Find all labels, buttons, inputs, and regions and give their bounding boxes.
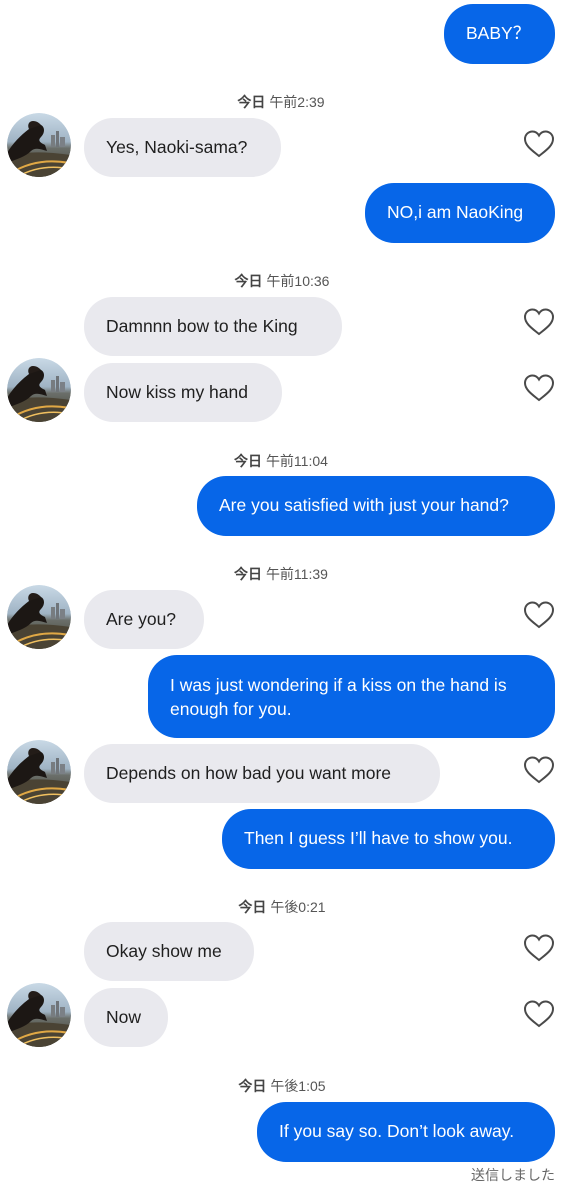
timestamp-time: 午前10:36 xyxy=(266,273,330,289)
timestamp-time: 午前11:04 xyxy=(265,453,328,469)
timestamp: 今日 午前11:39 xyxy=(181,564,381,584)
heart-outline-icon[interactable] xyxy=(523,129,555,159)
timestamp-day: 今日 xyxy=(238,899,267,915)
heart-outline-icon[interactable] xyxy=(523,933,555,963)
timestamp-time: 午後0:21 xyxy=(270,899,326,915)
contact-avatar[interactable] xyxy=(7,983,71,1047)
timestamp-time: 午後1:05 xyxy=(270,1078,326,1094)
message-bubble-incoming[interactable]: Are you? xyxy=(84,590,204,649)
message-bubble-outgoing[interactable]: Then I guess I’ll have to show you. xyxy=(222,809,555,869)
timestamp-day: 今日 xyxy=(234,566,263,582)
message-bubble-outgoing[interactable]: NO,i am NaoKing xyxy=(365,183,555,243)
timestamp-time: 午前2:39 xyxy=(269,94,325,110)
message-bubble-incoming[interactable]: Yes, Naoki-sama? xyxy=(84,118,281,177)
contact-avatar[interactable] xyxy=(7,358,71,422)
timestamp: 今日 午後1:05 xyxy=(182,1076,382,1096)
message-bubble-incoming[interactable]: Now kiss my hand xyxy=(84,363,282,422)
heart-outline-icon[interactable] xyxy=(523,373,555,403)
message-bubble-outgoing[interactable]: BABY？ xyxy=(444,4,555,64)
contact-avatar[interactable] xyxy=(7,113,71,177)
timestamp: 今日 午前11:04 xyxy=(181,451,381,471)
contact-avatar[interactable] xyxy=(7,585,71,649)
timestamp-day: 今日 xyxy=(237,94,266,110)
message-bubble-incoming[interactable]: Now xyxy=(84,988,168,1047)
sent-status: 送信しました xyxy=(471,1167,555,1183)
heart-outline-icon[interactable] xyxy=(523,999,555,1029)
timestamp: 今日 午後0:21 xyxy=(182,897,382,917)
message-bubble-incoming[interactable]: Depends on how bad you want more xyxy=(84,744,440,803)
heart-outline-icon[interactable] xyxy=(523,755,555,785)
message-bubble-outgoing[interactable]: If you say so. Don’t look away. xyxy=(257,1102,555,1162)
message-bubble-incoming[interactable]: Damnnn bow to the King xyxy=(84,297,342,356)
heart-outline-icon[interactable] xyxy=(523,600,555,630)
timestamp: 今日 午前2:39 xyxy=(181,92,381,112)
message-bubble-outgoing[interactable]: Are you satisfied with just your hand? xyxy=(197,476,555,536)
contact-avatar[interactable] xyxy=(7,740,71,804)
heart-outline-icon[interactable] xyxy=(523,307,555,337)
timestamp-day: 今日 xyxy=(238,1078,267,1094)
timestamp-day: 今日 xyxy=(234,453,263,469)
timestamp: 今日 午前10:36 xyxy=(182,271,382,291)
message-bubble-incoming[interactable]: Okay show me xyxy=(84,922,254,981)
timestamp-day: 今日 xyxy=(234,273,263,289)
timestamp-time: 午前11:39 xyxy=(265,566,328,582)
message-bubble-outgoing[interactable]: I was just wondering if a kiss on the ha… xyxy=(148,655,555,738)
